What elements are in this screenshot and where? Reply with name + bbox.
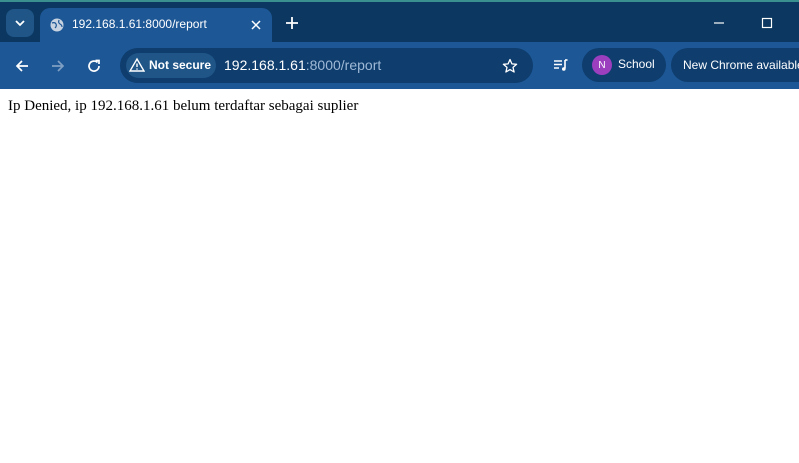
forward-button[interactable] xyxy=(44,52,72,80)
page-message: Ip Denied, ip 192.168.1.61 belum terdaft… xyxy=(8,98,359,114)
active-tab[interactable]: 192.168.1.61:8000/report xyxy=(40,8,272,42)
address-bar[interactable]: Not secure 192.168.1.61:8000/report xyxy=(120,48,533,83)
profile-name: School xyxy=(618,57,655,71)
new-tab-button[interactable] xyxy=(280,11,304,35)
chevron-down-icon xyxy=(15,20,25,27)
update-chrome-button[interactable]: New Chrome available xyxy=(671,48,799,82)
bookmark-button[interactable] xyxy=(500,56,520,76)
close-icon xyxy=(251,20,261,30)
minimize-icon xyxy=(714,22,724,24)
media-playlist-icon xyxy=(554,59,568,71)
minimize-button[interactable] xyxy=(707,11,731,35)
plus-icon xyxy=(286,17,298,29)
page-content: Ip Denied, ip 192.168.1.61 belum terdaft… xyxy=(0,89,799,463)
warning-icon xyxy=(129,57,145,72)
tab-title: 192.168.1.61:8000/report xyxy=(72,17,207,31)
tab-strip: 192.168.1.61:8000/report xyxy=(0,2,799,42)
url-path: :8000/report xyxy=(305,57,382,73)
update-chrome-label: New Chrome available xyxy=(683,58,799,72)
tab-close-button[interactable] xyxy=(247,16,265,34)
security-status-label: Not secure xyxy=(149,58,212,72)
reload-button[interactable] xyxy=(80,52,108,80)
reload-icon xyxy=(88,59,100,72)
forward-arrow-icon xyxy=(52,60,65,72)
maximize-button[interactable] xyxy=(755,11,779,35)
star-icon xyxy=(502,58,518,73)
tab-search-button[interactable] xyxy=(6,9,34,37)
browser-toolbar: Not secure 192.168.1.61:8000/report N Sc… xyxy=(0,42,799,89)
media-controls-button[interactable] xyxy=(548,52,574,78)
profile-button[interactable]: N School xyxy=(582,48,666,82)
url-text: 192.168.1.61:8000/report xyxy=(224,57,381,73)
avatar: N xyxy=(592,55,612,75)
back-arrow-icon xyxy=(15,60,28,72)
url-host: 192.168.1.61 xyxy=(224,57,306,73)
maximize-icon xyxy=(761,17,773,29)
globe-icon xyxy=(50,18,64,32)
back-button[interactable] xyxy=(8,52,36,80)
